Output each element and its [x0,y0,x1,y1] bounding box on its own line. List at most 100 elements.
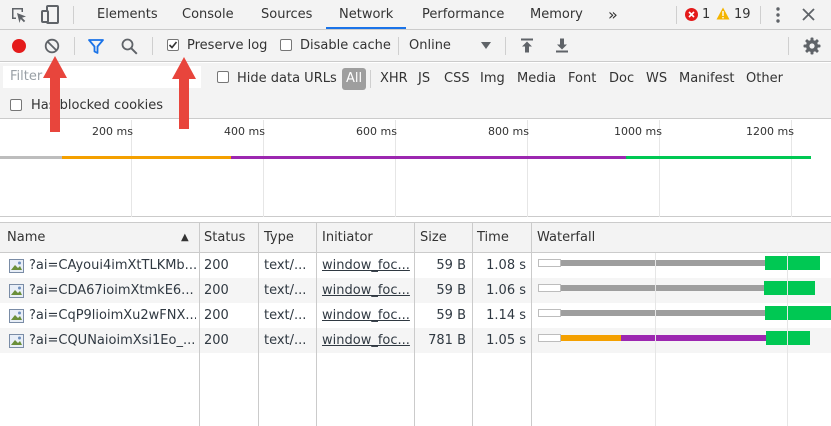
request-status: 200 [204,308,229,323]
tab-network[interactable]: Network [339,0,393,29]
tab-console[interactable]: Console [182,0,234,29]
annotation-arrow-clear [43,56,67,132]
overview-tick-label: 1200 ms [746,125,794,138]
type-filter-doc[interactable]: Doc [609,68,634,90]
file-icon [9,309,24,323]
hide-data-urls-checkbox[interactable] [217,71,229,83]
import-har-icon[interactable] [520,38,534,53]
tab-memory[interactable]: Memory [530,0,583,29]
column-divider[interactable] [531,222,532,426]
overview-waiting-segment [0,156,62,159]
request-type: text/... [264,283,307,298]
request-name: ?ai=CDA67ioimXtmkE6... [29,283,194,298]
overview-download-segment [626,156,811,159]
table-row[interactable]: ?ai=CDA67ioimXtmkE6... 200 text/... wind… [0,278,831,303]
type-filter-img[interactable]: Img [480,68,505,90]
column-header-status[interactable]: Status [204,223,245,252]
type-filter-manifest[interactable]: Manifest [679,68,734,90]
type-filter-other[interactable]: Other [746,68,783,90]
waterfall-waiting [561,310,765,316]
request-size: 59 B [436,283,466,298]
column-divider[interactable] [414,222,415,426]
column-divider[interactable] [316,222,317,426]
column-header-name[interactable]: Name [7,223,45,252]
inspect-element-icon[interactable] [10,6,28,24]
overview-tick-label: 200 ms [92,125,133,138]
waterfall-queued [538,334,561,342]
request-size: 59 B [436,308,466,323]
request-initiator[interactable]: window_foc... [322,278,412,303]
table-row[interactable]: ?ai=CQUNaioimXsi1Eo_... 200 text/... win… [0,328,831,353]
search-icon[interactable] [121,38,138,55]
type-filter-css[interactable]: CSS [444,68,470,90]
toolbar-separator [788,37,789,55]
type-filter-js[interactable]: JS [418,68,430,90]
tab-performance[interactable]: Performance [422,0,504,29]
tab-separator [676,6,677,24]
throttling-value: Online [409,38,451,53]
column-divider[interactable] [199,222,200,426]
device-toolbar-icon[interactable] [40,5,62,25]
column-header-type[interactable]: Type [264,223,294,252]
type-filter-xhr[interactable]: XHR [380,68,408,90]
more-options-icon[interactable] [775,7,781,23]
request-name: ?ai=CAyoui4imXtTLKMb... [29,258,196,273]
column-header-waterfall[interactable]: Waterfall [537,223,595,252]
overview-dns-segment [62,156,231,159]
devtools-tab-bar: Elements Console Sources Network Perform… [0,0,831,30]
type-filter-media[interactable]: Media [517,68,556,90]
disable-cache-label[interactable]: Disable cache [300,38,391,54]
overview-tick-label: 400 ms [224,125,265,138]
table-header: Name ▲ Status Type Initiator Size Time W… [0,222,831,253]
disable-cache-checkbox[interactable] [280,39,292,51]
hide-data-urls-label[interactable]: Hide data URLs [237,71,337,87]
request-status: 200 [204,333,229,348]
error-icon[interactable] [685,8,698,21]
column-header-initiator[interactable]: Initiator [322,223,373,252]
type-filter-font[interactable]: Font [568,68,596,90]
request-name: ?ai=CQUNaioimXsi1Eo_... [29,333,196,348]
waterfall-waiting [561,285,764,291]
more-tabs-button[interactable]: » [608,0,618,29]
request-size: 781 B [428,333,466,348]
waterfall-waiting [561,260,765,266]
file-icon [9,334,24,348]
request-time: 1.14 s [486,308,526,323]
clear-icon[interactable] [44,38,60,54]
active-tab-indicator [326,27,406,29]
request-initiator[interactable]: window_foc... [322,328,412,353]
preserve-log-label[interactable]: Preserve log [187,38,267,54]
column-header-time[interactable]: Time [477,223,509,252]
has-blocked-cookies-checkbox[interactable] [10,99,22,111]
request-name: ?ai=CqP9lioimXu2wFNX... [29,308,196,323]
overview-tick-label: 600 ms [356,125,397,138]
timeline-overview[interactable]: 200 ms 400 ms 600 ms 800 ms 1000 ms 1200… [0,120,831,217]
type-filter-ws[interactable]: WS [646,68,667,90]
table-row[interactable]: ?ai=CAyoui4imXtTLKMb... 200 text/... win… [0,253,831,278]
record-button-icon[interactable] [11,38,27,54]
warning-icon[interactable] [716,7,730,20]
column-divider[interactable] [472,222,473,426]
gear-icon[interactable] [803,37,821,55]
request-initiator[interactable]: window_foc... [322,303,412,328]
export-har-icon[interactable] [555,38,569,53]
throttling-select[interactable]: Online [406,35,496,57]
request-time: 1.08 s [486,258,526,273]
request-type: text/... [264,258,307,273]
column-header-size[interactable]: Size [420,223,447,252]
column-divider[interactable] [258,222,259,426]
checkmark-icon [168,41,178,49]
preserve-log-checkbox[interactable] [167,39,179,51]
request-time: 1.06 s [486,283,526,298]
file-icon [9,259,24,273]
filter-bar: Filter Hide data URLs All XHR JS CSS Img… [0,63,831,119]
type-filter-all[interactable]: All [342,68,367,90]
close-devtools-icon[interactable] [802,8,815,21]
request-initiator[interactable]: window_foc... [322,253,412,278]
tab-sources[interactable]: Sources [261,0,312,29]
table-row[interactable]: ?ai=CqP9lioimXu2wFNX... 200 text/... win… [0,303,831,328]
filter-icon[interactable] [88,39,104,54]
tab-elements[interactable]: Elements [97,0,158,29]
network-request-table: Name ▲ Status Type Initiator Size Time W… [0,218,831,426]
request-status: 200 [204,283,229,298]
